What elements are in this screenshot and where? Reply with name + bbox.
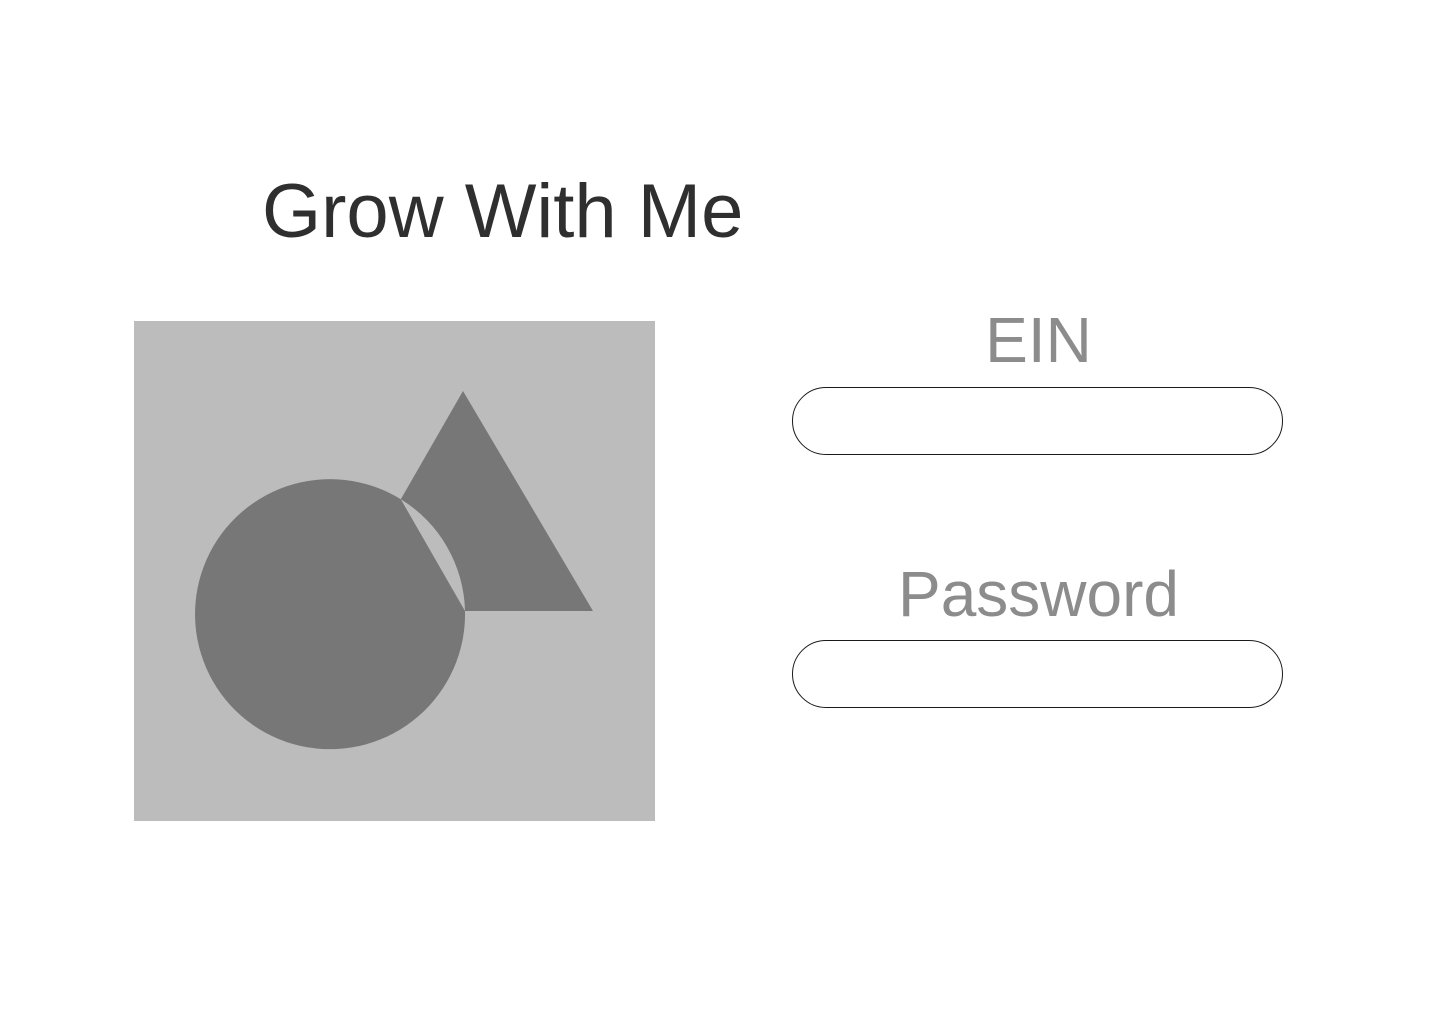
image-placeholder-icon <box>134 321 655 821</box>
password-label: Password <box>898 558 1179 630</box>
login-page: Grow With Me EIN Password <box>0 0 1440 1024</box>
placeholder-shapes <box>195 391 593 750</box>
ein-input[interactable] <box>792 387 1283 455</box>
ein-label: EIN <box>985 304 1092 376</box>
password-input[interactable] <box>792 640 1283 708</box>
placeholder-circle-shape <box>195 479 466 750</box>
app-title: Grow With Me <box>262 169 744 254</box>
